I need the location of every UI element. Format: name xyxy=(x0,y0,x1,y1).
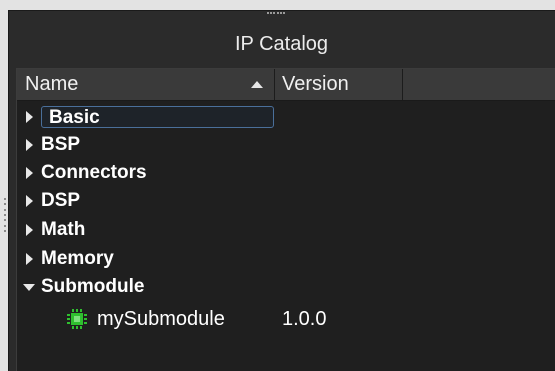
ip-version: 1.0.0 xyxy=(282,308,327,330)
tree-header: Name Version xyxy=(17,69,555,101)
tree-item-label: DSP xyxy=(41,190,81,211)
expand-arrow-icon[interactable] xyxy=(26,253,33,265)
column-header-name[interactable]: Name xyxy=(17,69,275,100)
expand-arrow-icon[interactable] xyxy=(26,111,33,123)
sort-ascending-icon xyxy=(251,81,263,88)
window-frame: IP Catalog Name Version Basic BSP Connec… xyxy=(0,0,555,371)
resize-grip-icon[interactable] xyxy=(4,198,7,232)
tree-item-bsp[interactable]: BSP xyxy=(17,133,555,157)
tree-item-connectors[interactable]: Connectors xyxy=(17,161,555,185)
panel-title: IP Catalog xyxy=(234,33,329,55)
tree-item-submodule[interactable]: Submodule xyxy=(17,275,555,299)
collapse-arrow-icon[interactable] xyxy=(23,284,35,291)
column-header-version-label: Version xyxy=(282,73,349,95)
tree-item-math[interactable]: Math xyxy=(17,218,555,242)
tree-item-basic[interactable]: Basic xyxy=(17,105,555,129)
expand-arrow-icon[interactable] xyxy=(26,195,33,207)
column-header-empty[interactable] xyxy=(403,69,555,100)
expand-arrow-icon[interactable] xyxy=(26,224,33,236)
tree-item-label: Basic xyxy=(41,106,274,128)
ip-tree-view[interactable]: Name Version Basic BSP Connectors DSP Ma… xyxy=(16,68,555,371)
tree-item-label: Submodule xyxy=(41,276,145,297)
column-header-name-label: Name xyxy=(25,73,79,95)
drag-grip-icon[interactable] xyxy=(267,12,285,16)
tree-item-label: BSP xyxy=(41,134,81,155)
tree-item-label: Connectors xyxy=(41,162,147,183)
tree-item-dsp[interactable]: DSP xyxy=(17,189,555,213)
tree-item-memory[interactable]: Memory xyxy=(17,247,555,271)
ip-name: mySubmodule xyxy=(97,308,225,330)
column-header-version[interactable]: Version xyxy=(275,69,403,100)
tree-item-label: Memory xyxy=(41,248,114,269)
expand-arrow-icon[interactable] xyxy=(26,139,33,151)
tree-item-label: Math xyxy=(41,219,86,240)
tree-item-mysubmodule[interactable]: mySubmodule 1.0.0 xyxy=(17,305,555,333)
chip-icon xyxy=(67,309,87,329)
expand-arrow-icon[interactable] xyxy=(26,167,33,179)
